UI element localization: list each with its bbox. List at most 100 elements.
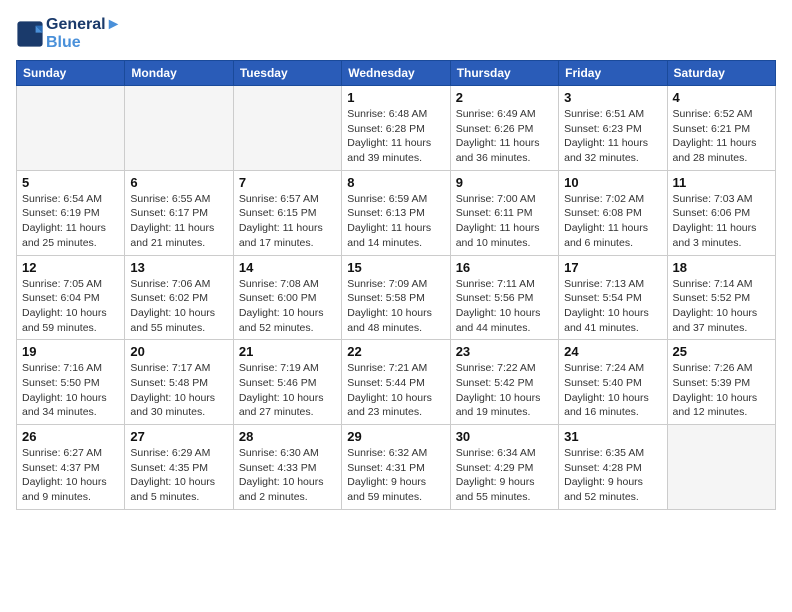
- day-number: 25: [673, 344, 770, 359]
- day-info: Sunrise: 7:08 AMSunset: 6:00 PMDaylight:…: [239, 277, 336, 336]
- calendar-day-19: 19 Sunrise: 7:16 AMSunset: 5:50 PMDayligh…: [17, 340, 125, 425]
- day-number: 31: [564, 429, 661, 444]
- calendar-day-13: 13 Sunrise: 7:06 AMSunset: 6:02 PMDayligh…: [125, 255, 233, 340]
- calendar-empty-cell: [233, 86, 341, 171]
- calendar-day-24: 24 Sunrise: 7:24 AMSunset: 5:40 PMDayligh…: [559, 340, 667, 425]
- calendar-day-26: 26Sunrise: 6:27 AMSunset: 4:37 PMDayligh…: [17, 425, 125, 510]
- calendar-week-3: 12Sunrise: 7:05 AMSunset: 6:04 PMDayligh…: [17, 255, 776, 340]
- day-info: Sunrise: 7:14 AMSunset: 5:52 PMDaylight:…: [673, 277, 770, 336]
- calendar-week-1: 1 Sunrise: 6:48 AMSunset: 6:28 PMDaylight…: [17, 86, 776, 171]
- calendar-week-4: 19 Sunrise: 7:16 AMSunset: 5:50 PMDayligh…: [17, 340, 776, 425]
- day-info: Sunrise: 7:16 AMSunset: 5:50 PMDaylight:…: [22, 361, 119, 420]
- calendar-day-12: 12Sunrise: 7:05 AMSunset: 6:04 PMDayligh…: [17, 255, 125, 340]
- calendar-day-28: 28 Sunrise: 6:30 AMSunset: 4:33 PMDayligh…: [233, 425, 341, 510]
- day-info: Sunrise: 7:26 AMSunset: 5:39 PMDaylight:…: [673, 361, 770, 420]
- day-info: Sunrise: 6:48 AMSunset: 6:28 PMDaylight:…: [347, 107, 444, 166]
- weekday-header-saturday: Saturday: [667, 61, 775, 86]
- calendar-day-18: 18 Sunrise: 7:14 AMSunset: 5:52 PMDayligh…: [667, 255, 775, 340]
- day-number: 24: [564, 344, 661, 359]
- day-info: Sunrise: 6:54 AMSunset: 6:19 PMDaylight:…: [22, 192, 119, 251]
- calendar-day-3: 3 Sunrise: 6:51 AMSunset: 6:23 PMDaylight…: [559, 86, 667, 171]
- weekday-header-monday: Monday: [125, 61, 233, 86]
- day-info: Sunrise: 6:30 AMSunset: 4:33 PMDaylight:…: [239, 446, 336, 505]
- calendar-day-31: 31 Sunrise: 6:35 AMSunset: 4:28 PMDayligh…: [559, 425, 667, 510]
- day-info: Sunrise: 7:05 AMSunset: 6:04 PMDaylight:…: [22, 277, 119, 336]
- weekday-header-friday: Friday: [559, 61, 667, 86]
- calendar-day-4: 4Sunrise: 6:52 AMSunset: 6:21 PMDaylight…: [667, 86, 775, 171]
- calendar-day-23: 23 Sunrise: 7:22 AMSunset: 5:42 PMDayligh…: [450, 340, 558, 425]
- day-number: 14: [239, 260, 336, 275]
- day-number: 2: [456, 90, 553, 105]
- day-info: Sunrise: 6:49 AMSunset: 6:26 PMDaylight:…: [456, 107, 553, 166]
- calendar-day-9: 9Sunrise: 7:00 AMSunset: 6:11 PMDaylight…: [450, 170, 558, 255]
- day-number: 5: [22, 175, 119, 190]
- calendar-day-1: 1 Sunrise: 6:48 AMSunset: 6:28 PMDaylight…: [342, 86, 450, 171]
- day-info: Sunrise: 7:03 AMSunset: 6:06 PMDaylight:…: [673, 192, 770, 251]
- calendar-week-5: 26Sunrise: 6:27 AMSunset: 4:37 PMDayligh…: [17, 425, 776, 510]
- day-info: Sunrise: 7:11 AMSunset: 5:56 PMDaylight:…: [456, 277, 553, 336]
- day-number: 1: [347, 90, 444, 105]
- day-info: Sunrise: 7:00 AMSunset: 6:11 PMDaylight:…: [456, 192, 553, 251]
- calendar-day-15: 15 Sunrise: 7:09 AMSunset: 5:58 PMDayligh…: [342, 255, 450, 340]
- day-info: Sunrise: 6:52 AMSunset: 6:21 PMDaylight:…: [673, 107, 770, 166]
- day-number: 23: [456, 344, 553, 359]
- calendar-empty-cell: [667, 425, 775, 510]
- day-info: Sunrise: 6:35 AMSunset: 4:28 PMDaylight:…: [564, 446, 661, 505]
- day-info: Sunrise: 7:21 AMSunset: 5:44 PMDaylight:…: [347, 361, 444, 420]
- calendar-day-21: 21 Sunrise: 7:19 AMSunset: 5:46 PMDayligh…: [233, 340, 341, 425]
- calendar-day-11: 11 Sunrise: 7:03 AMSunset: 6:06 PMDayligh…: [667, 170, 775, 255]
- weekday-header-sunday: Sunday: [17, 61, 125, 86]
- page-header: General► Blue: [16, 16, 776, 52]
- calendar-day-14: 14 Sunrise: 7:08 AMSunset: 6:00 PMDayligh…: [233, 255, 341, 340]
- calendar-week-2: 5 Sunrise: 6:54 AMSunset: 6:19 PMDaylight…: [17, 170, 776, 255]
- day-info: Sunrise: 7:22 AMSunset: 5:42 PMDaylight:…: [456, 361, 553, 420]
- day-number: 21: [239, 344, 336, 359]
- day-number: 13: [130, 260, 227, 275]
- day-number: 6: [130, 175, 227, 190]
- calendar-day-16: 16 Sunrise: 7:11 AMSunset: 5:56 PMDayligh…: [450, 255, 558, 340]
- logo-icon: [16, 20, 44, 48]
- day-info: Sunrise: 7:24 AMSunset: 5:40 PMDaylight:…: [564, 361, 661, 420]
- day-info: Sunrise: 7:13 AMSunset: 5:54 PMDaylight:…: [564, 277, 661, 336]
- day-number: 29: [347, 429, 444, 444]
- day-number: 19: [22, 344, 119, 359]
- weekday-header-wednesday: Wednesday: [342, 61, 450, 86]
- day-info: Sunrise: 6:57 AMSunset: 6:15 PMDaylight:…: [239, 192, 336, 251]
- day-number: 11: [673, 175, 770, 190]
- calendar-day-6: 6 Sunrise: 6:55 AMSunset: 6:17 PMDaylight…: [125, 170, 233, 255]
- day-number: 3: [564, 90, 661, 105]
- day-info: Sunrise: 7:06 AMSunset: 6:02 PMDaylight:…: [130, 277, 227, 336]
- day-number: 17: [564, 260, 661, 275]
- calendar-day-27: 27Sunrise: 6:29 AMSunset: 4:35 PMDayligh…: [125, 425, 233, 510]
- calendar-day-30: 30 Sunrise: 6:34 AMSunset: 4:29 PMDayligh…: [450, 425, 558, 510]
- day-info: Sunrise: 6:59 AMSunset: 6:13 PMDaylight:…: [347, 192, 444, 251]
- calendar-day-7: 7 Sunrise: 6:57 AMSunset: 6:15 PMDaylight…: [233, 170, 341, 255]
- day-number: 22: [347, 344, 444, 359]
- day-info: Sunrise: 7:19 AMSunset: 5:46 PMDaylight:…: [239, 361, 336, 420]
- day-info: Sunrise: 6:55 AMSunset: 6:17 PMDaylight:…: [130, 192, 227, 251]
- calendar-day-17: 17 Sunrise: 7:13 AMSunset: 5:54 PMDayligh…: [559, 255, 667, 340]
- day-number: 18: [673, 260, 770, 275]
- day-number: 30: [456, 429, 553, 444]
- day-number: 28: [239, 429, 336, 444]
- day-number: 8: [347, 175, 444, 190]
- day-number: 7: [239, 175, 336, 190]
- day-number: 20: [130, 344, 227, 359]
- day-info: Sunrise: 6:51 AMSunset: 6:23 PMDaylight:…: [564, 107, 661, 166]
- logo-text: General► Blue: [46, 16, 121, 52]
- day-number: 15: [347, 260, 444, 275]
- day-number: 16: [456, 260, 553, 275]
- day-number: 27: [130, 429, 227, 444]
- day-number: 26: [22, 429, 119, 444]
- calendar-day-2: 2 Sunrise: 6:49 AMSunset: 6:26 PMDaylight…: [450, 86, 558, 171]
- day-info: Sunrise: 7:17 AMSunset: 5:48 PMDaylight:…: [130, 361, 227, 420]
- day-info: Sunrise: 6:34 AMSunset: 4:29 PMDaylight:…: [456, 446, 553, 505]
- calendar-day-29: 29Sunrise: 6:32 AMSunset: 4:31 PMDayligh…: [342, 425, 450, 510]
- day-info: Sunrise: 7:02 AMSunset: 6:08 PMDaylight:…: [564, 192, 661, 251]
- calendar-day-10: 10Sunrise: 7:02 AMSunset: 6:08 PMDayligh…: [559, 170, 667, 255]
- day-info: Sunrise: 7:09 AMSunset: 5:58 PMDaylight:…: [347, 277, 444, 336]
- weekday-header-tuesday: Tuesday: [233, 61, 341, 86]
- calendar-day-5: 5 Sunrise: 6:54 AMSunset: 6:19 PMDaylight…: [17, 170, 125, 255]
- calendar-day-20: 20 Sunrise: 7:17 AMSunset: 5:48 PMDayligh…: [125, 340, 233, 425]
- calendar-empty-cell: [125, 86, 233, 171]
